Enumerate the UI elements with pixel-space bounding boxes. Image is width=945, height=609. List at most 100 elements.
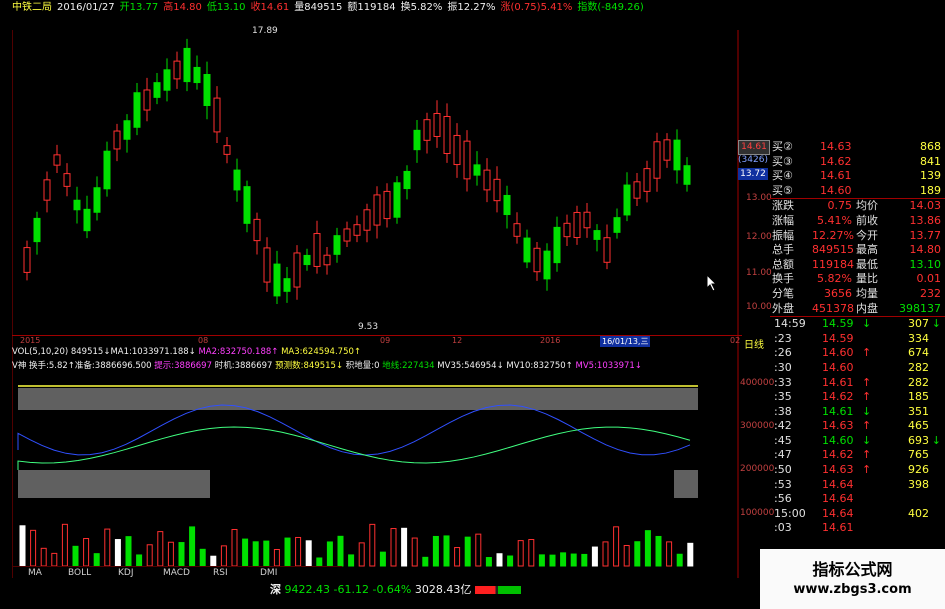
- tab-boll[interactable]: BOLL: [68, 568, 91, 578]
- tick-price: 14.64: [822, 506, 854, 520]
- candle: [603, 224, 611, 270]
- indicator-bar: [199, 548, 206, 567]
- candle: [393, 176, 401, 224]
- stat-value-1: 0.75: [827, 199, 853, 213]
- stat-value-1: 5.41%: [817, 213, 852, 227]
- period-label[interactable]: 日线: [744, 336, 764, 351]
- watermark-url: www.zbgs3.com: [793, 582, 912, 597]
- y-tick-1200: 12.00: [746, 232, 772, 242]
- tab-macd[interactable]: MACD: [163, 568, 190, 578]
- tick-row: :26 14.60 ↑ 674: [770, 346, 945, 361]
- tick-time: :26: [774, 346, 792, 360]
- indicator-bar: [507, 555, 514, 567]
- stat-label-1: 总手: [772, 243, 794, 257]
- candle: [63, 163, 71, 197]
- indicator-bar: [517, 540, 524, 567]
- indicator-bar: [72, 545, 79, 567]
- vol-info-line: VOL(5,10,20) 849515↓MA1:1033971.188↓ MA2…: [12, 347, 361, 357]
- tick-time: :35: [774, 390, 792, 404]
- indicator-bar: [591, 546, 598, 567]
- indicator-bar: [475, 533, 482, 567]
- candle: [683, 157, 691, 192]
- indicator-bar: [104, 528, 111, 567]
- tick-row: :45 14.60 ↓ 693 ↓: [770, 434, 945, 449]
- price-box-count: (3426): [738, 155, 768, 165]
- tick-row: :23 14.59 334: [770, 332, 945, 347]
- indicator-bar: [655, 535, 662, 567]
- bid-label: 买②: [772, 140, 793, 153]
- candle: [83, 195, 91, 239]
- indicator-bar: [666, 541, 673, 567]
- tick-price: 14.61: [822, 375, 854, 389]
- indicator-bar: [51, 552, 58, 567]
- stat-label-2: 最高: [856, 243, 878, 257]
- kline-chart[interactable]: [12, 30, 757, 578]
- tab-dmi[interactable]: DMI: [260, 568, 277, 578]
- indicator-bar: [189, 526, 196, 567]
- bid-vol: 139: [920, 169, 941, 183]
- indicator-bar: [379, 551, 386, 567]
- stat-value-2: 398137: [899, 301, 941, 315]
- tick-vol: 282: [908, 375, 929, 389]
- stat-value-2: 232: [920, 286, 941, 300]
- stat-value-1: 12.27%: [812, 228, 854, 242]
- stat-row: 涨幅 5.41% 前收 13.86: [770, 214, 945, 229]
- tick-price: 14.60: [822, 346, 854, 360]
- ind-tip: 提示:3886697: [154, 361, 213, 371]
- candle: [483, 158, 491, 203]
- stats-list: 涨跌 0.75 均价 14.03 涨幅 5.41% 前收 13.86 振幅 12.2…: [770, 198, 945, 316]
- ind-label: V神 换手:5.82↑准备:3886696.500: [12, 361, 152, 371]
- tick-row: :53 14.64 398: [770, 478, 945, 493]
- tick-vol: 693: [908, 433, 929, 447]
- candle: [103, 141, 111, 197]
- tick-dir: ↑: [862, 375, 872, 389]
- bid-row: 买④ 14.61 139: [770, 169, 945, 184]
- candle: [663, 133, 671, 168]
- candle: [143, 77, 151, 122]
- stat-label-2: 今开: [856, 228, 878, 242]
- indicator-bar: [411, 537, 418, 567]
- tick-vol-dir: ↓: [931, 317, 941, 331]
- candle: [473, 151, 481, 186]
- indicator-bar: [284, 537, 291, 567]
- tick-dir: ↑: [862, 419, 872, 433]
- tick-vol: 765: [908, 448, 929, 462]
- indicator-bar: [30, 529, 37, 567]
- vol-ma3: MA3:624594.750↑: [281, 347, 362, 357]
- ind-forecast: 预测数:849515↓: [275, 361, 344, 371]
- tick-price: 14.60: [822, 360, 854, 374]
- bid-row: 买⑤ 14.60 189: [770, 184, 945, 199]
- indicator-bar: [305, 540, 312, 567]
- tick-vol: 465: [908, 419, 929, 433]
- watermark-title: 指标公式网: [812, 560, 893, 579]
- candle: [213, 86, 221, 144]
- indicator-bar: [136, 554, 143, 567]
- high-value: 高14.80: [163, 2, 202, 13]
- candle: [353, 215, 361, 243]
- turnover-value: 换5.82%: [400, 2, 443, 13]
- tab-kdj[interactable]: KDJ: [118, 568, 134, 578]
- indicator-bar: [560, 552, 567, 567]
- ind-mv35: MV35:546954↓: [437, 361, 504, 371]
- candle: [613, 208, 621, 239]
- tab-ma[interactable]: MA: [28, 568, 42, 578]
- tick-row: :30 14.60 282: [770, 361, 945, 376]
- candle: [453, 123, 461, 178]
- tick-dir: ↑: [862, 346, 872, 360]
- watermark-logo: 指标公式网 www.zbgs3.com: [760, 549, 945, 609]
- tick-row: :50 14.63 ↑ 926: [770, 463, 945, 478]
- tick-time: :45: [774, 433, 792, 447]
- indicator-bar: [538, 554, 545, 567]
- mouse-cursor-icon: [706, 274, 718, 292]
- indicator-info-line: V神 换手:5.82↑准备:3886696.500 提示:3886697 时机:…: [12, 359, 642, 371]
- indicator-bar: [676, 553, 683, 567]
- tab-rsi[interactable]: RSI: [213, 568, 228, 578]
- market-amount: 3028.43亿: [414, 583, 472, 596]
- candle: [503, 185, 511, 229]
- candle: [293, 245, 301, 300]
- x-tick-02: 02: [730, 336, 741, 345]
- candle: [643, 160, 651, 203]
- candle: [563, 214, 571, 247]
- close-value: 收14.61: [250, 2, 290, 13]
- candle: [123, 114, 131, 153]
